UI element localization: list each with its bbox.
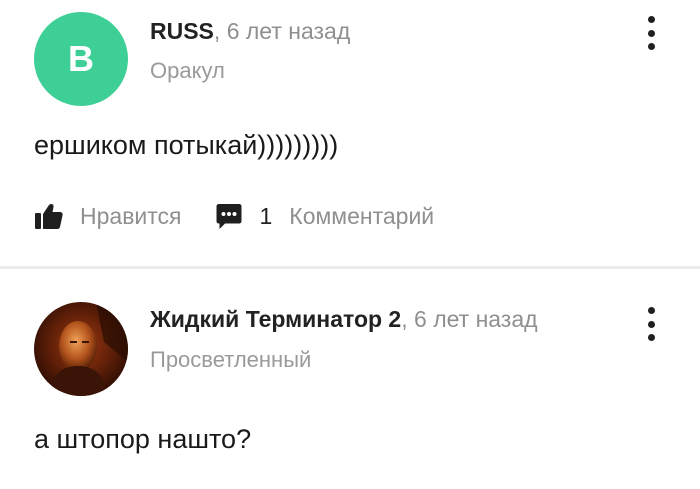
author-line: Жидкий Терминатор 2, 6 лет назад: [150, 306, 538, 332]
comments-button[interactable]: 1 Комментарий: [216, 202, 435, 230]
author-rank: Просветленный: [150, 347, 312, 372]
avatar[interactable]: [34, 302, 128, 396]
more-menu-button[interactable]: [636, 16, 666, 50]
comment-time: 6 лет назад: [226, 18, 351, 44]
like-label: Нравится: [80, 202, 182, 229]
author-rank: Оракул: [150, 58, 225, 83]
comment-actions: Нравится 1 Комментарий: [34, 198, 434, 234]
thumbs-up-icon: [35, 203, 63, 229]
comment-bubble-icon: [216, 203, 241, 229]
more-vertical-icon: [647, 307, 655, 314]
comment-item: Жидкий Терминатор 2, 6 лет назад Просвет…: [0, 269, 700, 489]
comment-text: а штопор нашто?: [34, 424, 252, 454]
like-button[interactable]: Нравится: [34, 201, 182, 231]
more-menu-button[interactable]: [636, 307, 666, 341]
more-vertical-icon: [647, 16, 655, 23]
comment-text: ершиком потыкай))))))))): [34, 130, 339, 160]
user-photo-avatar: [34, 302, 128, 396]
comment-item: B RUSS, 6 лет назад Оракул ершиком потык…: [0, 0, 700, 266]
comment-time: 6 лет назад: [414, 306, 538, 332]
avatar-letter: B: [68, 38, 94, 79]
comment-label: Комментарий: [289, 202, 435, 229]
author-name[interactable]: Жидкий Терминатор 2: [150, 306, 401, 332]
author-line: RUSS, 6 лет назад: [150, 18, 351, 44]
avatar[interactable]: B: [34, 12, 128, 106]
author-name[interactable]: RUSS: [150, 18, 214, 44]
reply-count: 1: [259, 202, 273, 229]
